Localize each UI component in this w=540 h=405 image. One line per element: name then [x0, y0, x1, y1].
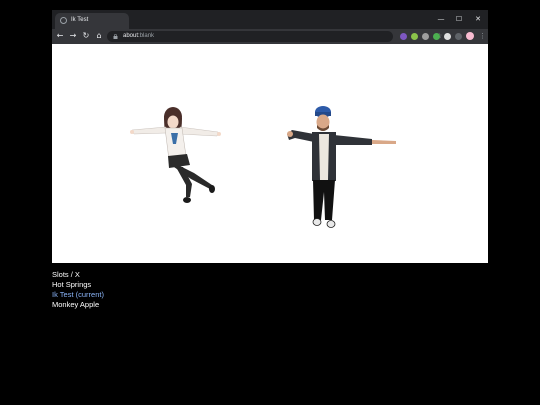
- man-beanie-avatar: [287, 106, 396, 228]
- title-bar: Ik Test — ☐ ✕: [52, 10, 488, 29]
- forward-button[interactable]: →: [67, 30, 79, 42]
- slot-list: Slots / X Hot Springs Ik Test (current) …: [52, 270, 104, 310]
- ext-dark-icon[interactable]: [455, 33, 462, 40]
- url-path: blank: [139, 33, 155, 39]
- close-button[interactable]: ✕: [469, 12, 487, 26]
- slot-item-ik-test[interactable]: Ik Test (current): [52, 290, 104, 300]
- back-button[interactable]: ←: [54, 30, 66, 42]
- home-button[interactable]: ⌂: [93, 30, 105, 42]
- reload-button[interactable]: ↻: [80, 30, 92, 42]
- url-host: about:: [123, 33, 140, 39]
- slot-item-hot-springs[interactable]: Hot Springs: [52, 280, 104, 290]
- slots-header: Slots / X: [52, 270, 80, 279]
- ext-profile-icon[interactable]: [466, 32, 474, 40]
- anime-girl-avatar: [130, 107, 221, 203]
- browser-window: Ik Test — ☐ ✕ ← → ↻ ⌂ about:blank ☆ ⋮: [52, 10, 488, 263]
- page-viewport: [52, 44, 488, 263]
- ext-purple-icon[interactable]: [400, 33, 407, 40]
- browser-tab[interactable]: Ik Test: [55, 13, 129, 29]
- ext-white-icon[interactable]: [444, 33, 451, 40]
- avatar-scene: [130, 106, 396, 228]
- minimize-button[interactable]: —: [432, 12, 450, 26]
- slot-item-monkey-apple[interactable]: Monkey Apple: [52, 300, 104, 310]
- browser-toolbar: ← → ↻ ⌂ about:blank ☆ ⋮: [52, 29, 488, 44]
- tab-title: Ik Test: [71, 17, 89, 23]
- ext-green-icon[interactable]: [411, 33, 418, 40]
- lock-icon: [113, 34, 118, 39]
- url-text: about:blank: [123, 32, 154, 41]
- ext-green2-icon[interactable]: [433, 33, 440, 40]
- maximize-button[interactable]: ☐: [450, 12, 468, 26]
- menu-icon[interactable]: ⋮: [479, 31, 486, 42]
- ext-gray-icon[interactable]: [422, 33, 429, 40]
- address-bar[interactable]: about:blank ☆: [107, 31, 442, 42]
- globe-icon: [60, 17, 67, 24]
